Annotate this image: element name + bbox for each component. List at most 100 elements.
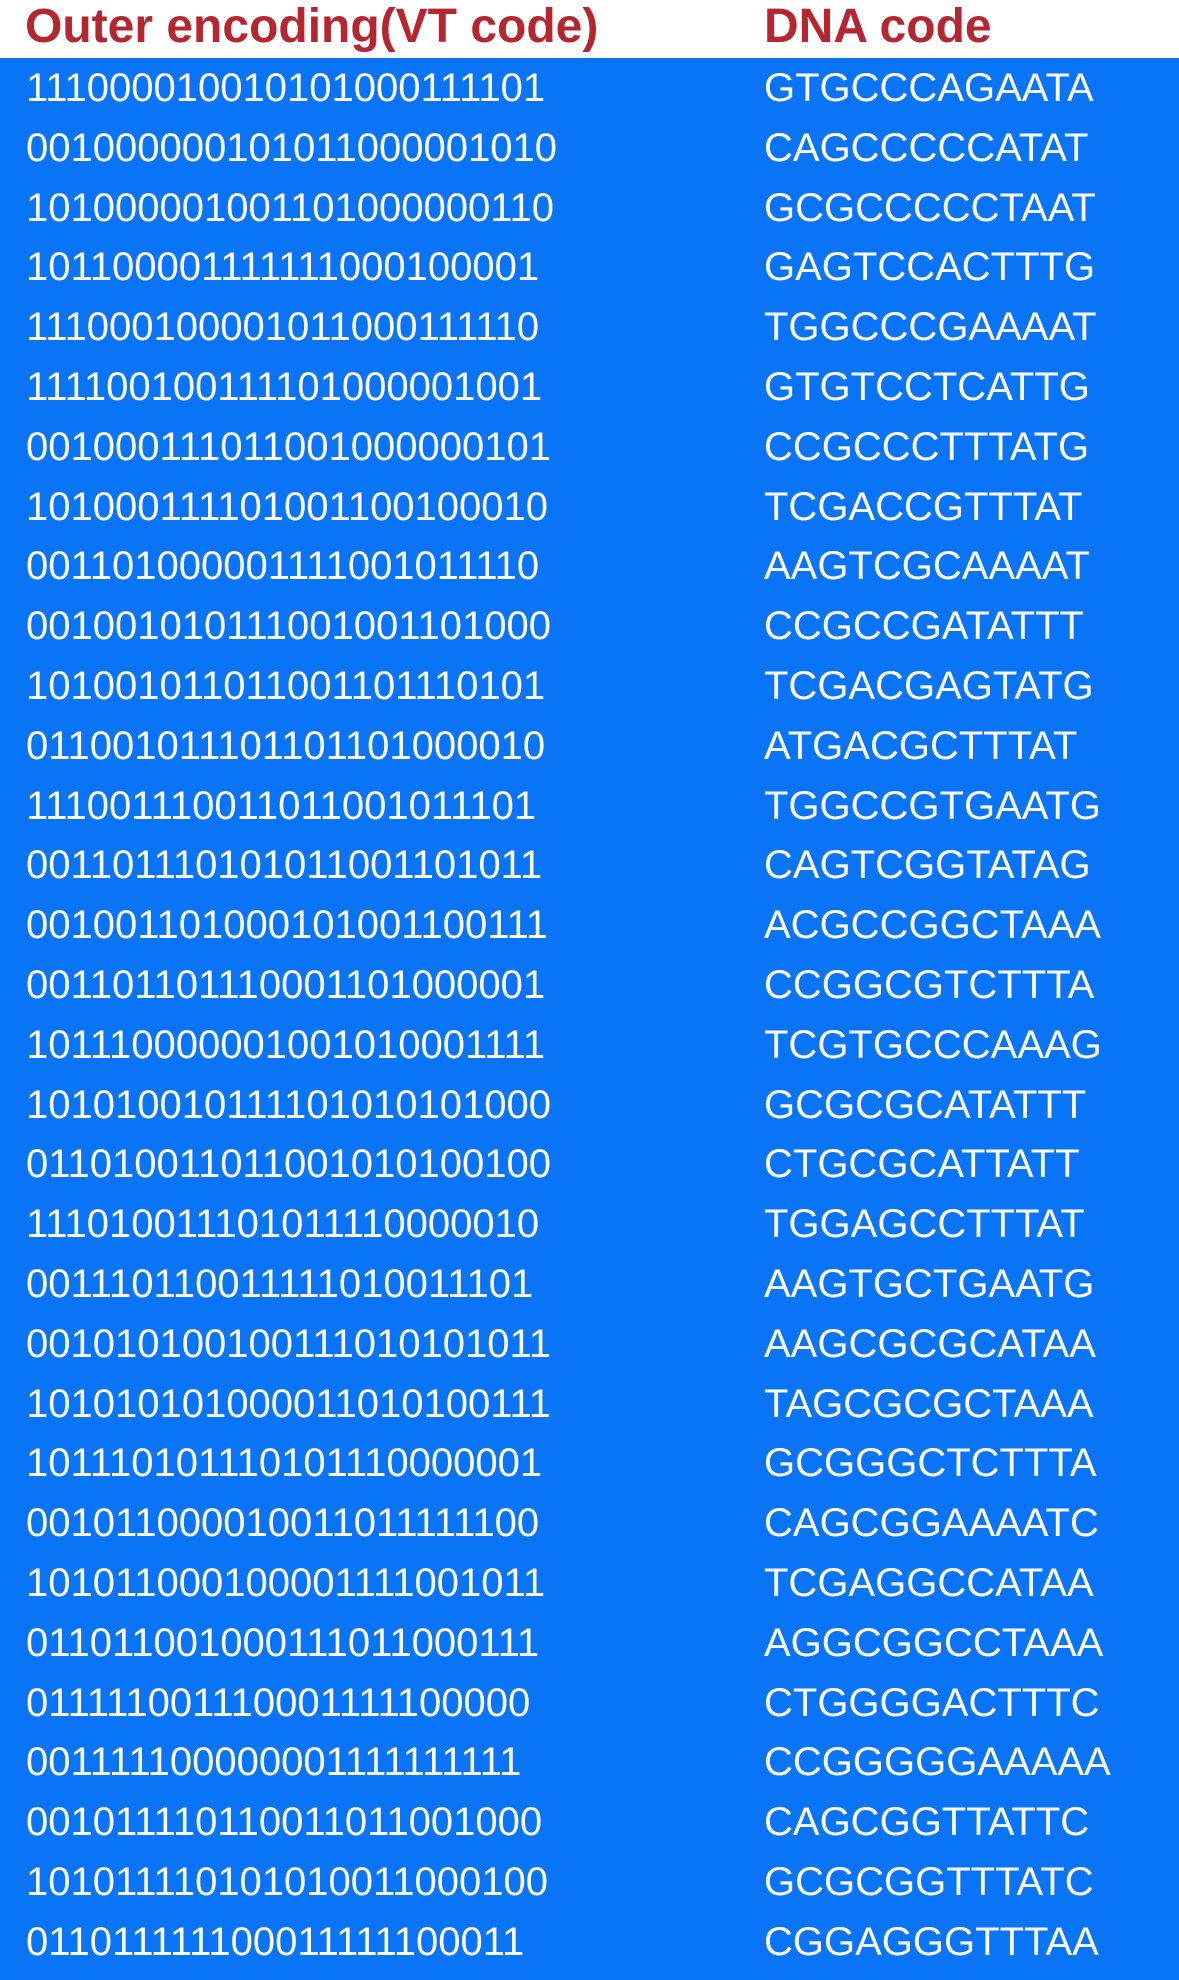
table-row: 101010101000011010100111 TAGCGCGCTAAA [0,1375,1179,1435]
table-row: 001001010111001001101000 CCGCCGATATTT [0,597,1179,657]
dna-code-cell: GTGTCCTCATTG [764,364,1090,409]
vt-code-cell: 011011111100011111100011 [26,1919,525,1964]
dna-code-cell: CTGCGCATTATT [764,1142,1080,1187]
vt-code-cell: 111010011101011110000010 [26,1202,540,1247]
dna-code-cell: CCGCCGATATTT [764,604,1084,649]
table-row: 101000111101001100100010 TCGACCGTTTAT [0,478,1179,538]
table-row: 111000010010101000111101 GTGCCCAGAATA [0,59,1179,119]
table-row: 111100100111101000001001 GTGTCCTCATTG [0,358,1179,418]
table-row: 011111001110001111100000 CTGGGGACTTTC [0,1674,1179,1734]
dna-code-cell: TGGCCCGAAAAT [764,305,1097,350]
dna-code-cell: CAGCGGAAAATC [764,1501,1099,1546]
dna-code-cell: CTGGGGACTTTC [764,1680,1100,1725]
table-row: 111001110011011001011101 TGGCCGTGAATG [0,777,1179,837]
table-row: 001000000101011000001010 CAGCCCCCATAT [0,119,1179,179]
table-row: 101011110101010011000100 GCGCGGTTTATC [0,1853,1179,1913]
vt-code-cell: 001101000001111001011110 [26,544,540,589]
table-row: 101110000001001010001111 TCGTGCCCAAAG [0,1016,1179,1076]
vt-code-column-header: Outer encoding(VT code) [25,0,599,53]
vt-code-cell: 111100100111101000001001 [26,364,543,409]
vt-code-cell: 101011000100001111001011 [26,1560,546,1605]
dna-code-cell: TCGACCGTTTAT [764,484,1083,529]
vt-code-cell: 001001010111001001101000 [26,604,551,649]
vt-code-cell: 101010010111101010101000 [26,1082,551,1127]
vt-code-cell: 001110110011111010011101 [26,1261,534,1306]
table-row: 101001011011001101110101 TCGACGAGTATG [0,657,1179,717]
dna-code-cell: TGGAGCCTTTAT [764,1202,1085,1247]
vt-code-cell: 111001110011011001011101 [26,783,537,828]
vt-code-cell: 101100001111111000100001 [26,245,540,290]
dna-code-cell: AAGCGCGCATAA [764,1321,1096,1366]
dna-code-cell: CCGGCGTCTTTA [764,962,1095,1007]
table-row: 001101000001111001011110 AAGTCGCAAAAT [0,537,1179,597]
table-row: 111000100001011000111110 TGGCCCGAAAAT [0,298,1179,358]
table-row: 011010011011001010100100 CTGCGCATTATT [0,1135,1179,1195]
table-header: Outer encoding(VT code) DNA code [0,0,1179,58]
dna-code-cell: GTGCCCAGAATA [764,66,1094,110]
dna-code-cell: AAGTGCTGAATG [764,1261,1095,1306]
dna-code-cell: GCGCCCCCTAAT [764,185,1096,230]
vt-code-cell: 101000111101001100100010 [26,484,549,529]
vt-code-cell: 101110101110101110000001 [26,1441,543,1486]
dna-code-column-header: DNA code [764,0,992,53]
table-row: 001000111011001000000101 CCGCCCTTTATG [0,418,1179,478]
dna-code-cell: CAGCCCCCATAT [764,125,1089,170]
table-row: 101011000100001111001011 TCGAGGCCATAA [0,1554,1179,1614]
dna-code-cell: GCGGGCTCTTTA [764,1441,1097,1486]
code-table: 111000010010101000111101 GTGCCCAGAATA 0010… [0,58,1179,1980]
vt-code-cell: 111000010010101000111101 [26,66,546,110]
table-row: 001101110101011001101011 CAGTCGGTATAG [0,836,1179,896]
vt-code-cell: 101010101000011010100111 [26,1381,551,1426]
vt-code-cell: 001000111011001000000101 [26,424,551,469]
table-row: 101010010111101010101000 GCGCGCATATTT [0,1076,1179,1136]
vt-code-cell: 111000100001011000111110 [26,305,540,350]
dna-code-cell: ACGCCGGCTAAA [764,903,1102,948]
vt-code-cell: 001000000101011000001010 [26,125,557,170]
table-row: 101110101110101110000001 GCGGGCTCTTTA [0,1434,1179,1494]
table-row: 101100001111111000100001 GAGTCCACTTTG [0,238,1179,298]
dna-code-cell: TCGAGGCCATAA [764,1560,1094,1605]
vt-code-cell: 001001101000101001100111 [26,903,549,948]
table-row: 001001101000101001100111 ACGCCGGCTAAA [0,896,1179,956]
table-row: 011011001000111011000111 AGGCGGCCTAAA [0,1614,1179,1674]
dna-code-cell: ATGACGCTTTAT [764,723,1078,768]
table-row: 001011000010011011111100 CAGCGGAAAATC [0,1494,1179,1554]
vt-code-cell: 101000001001101000000110 [26,185,554,230]
dna-code-cell: CCGGGGGAAAAA [764,1740,1111,1785]
vt-code-cell: 001011000010011011111100 [26,1501,540,1546]
table-row: 001111100000001111111111 CCGGGGGAAAAA [0,1733,1179,1793]
table-row: 101000001001101000000110 GCGCCCCCTAAT [0,179,1179,239]
dna-code-cell: CGGAGGGTTTAA [764,1919,1099,1964]
dna-code-cell: TCGACGAGTATG [764,663,1094,708]
vt-code-cell: 001101110101011001101011 [26,843,543,888]
table-row: 111010011101011110000010 TGGAGCCTTTAT [0,1195,1179,1255]
dna-code-cell: CCGCCCTTTATG [764,424,1090,469]
vt-code-cell: 001010100100111010101011 [26,1321,551,1366]
vt-code-cell: 011001011101101101000010 [26,723,546,768]
vt-code-cell: 101110000001001010001111 [26,1022,546,1067]
table-row: 001011110110011011001000 CAGCGGTTATTC [0,1793,1179,1853]
table-row: 011011111100011111100011 CGGAGGGTTTAA [0,1913,1179,1973]
vt-code-cell: 011011001000111011000111 [26,1620,540,1665]
dna-code-cell: AGGCGGCCTAAA [764,1620,1104,1665]
dna-code-cell: TCGTGCCCAAAG [764,1022,1102,1067]
table-row: 001101101110001101000001 CCGGCGTCTTTA [0,956,1179,1016]
dna-code-cell: GAGTCCACTTTG [764,245,1096,290]
dna-code-cell: AAGTCGCAAAAT [764,544,1090,589]
vt-code-cell: 101001011011001101110101 [26,663,546,708]
dna-code-cell: GCGCGCATATTT [764,1082,1087,1127]
table-row: 011001011101101101000010 ATGACGCTTTAT [0,717,1179,777]
dna-code-cell: CAGCGGTTATTC [764,1800,1090,1845]
vt-code-cell: 001011110110011011001000 [26,1800,543,1845]
vt-code-cell: 101011110101010011000100 [26,1859,549,1904]
dna-code-cell: CAGTCGGTATAG [764,843,1091,888]
dna-code-cell: TAGCGCGCTAAA [764,1381,1094,1426]
vt-code-cell: 001101101110001101000001 [26,962,546,1007]
vt-code-cell: 011010011011001010100100 [26,1142,551,1187]
dna-code-cell: TGGCCGTGAATG [764,783,1102,828]
table-row: 001110110011111010011101 AAGTGCTGAATG [0,1255,1179,1315]
vt-code-cell: 011111001110001111100000 [26,1680,531,1725]
vt-code-cell: 001111100000001111111111 [26,1740,522,1785]
table-row: 001010100100111010101011 AAGCGCGCATAA [0,1315,1179,1375]
dna-code-cell: GCGCGGTTTATC [764,1859,1094,1904]
